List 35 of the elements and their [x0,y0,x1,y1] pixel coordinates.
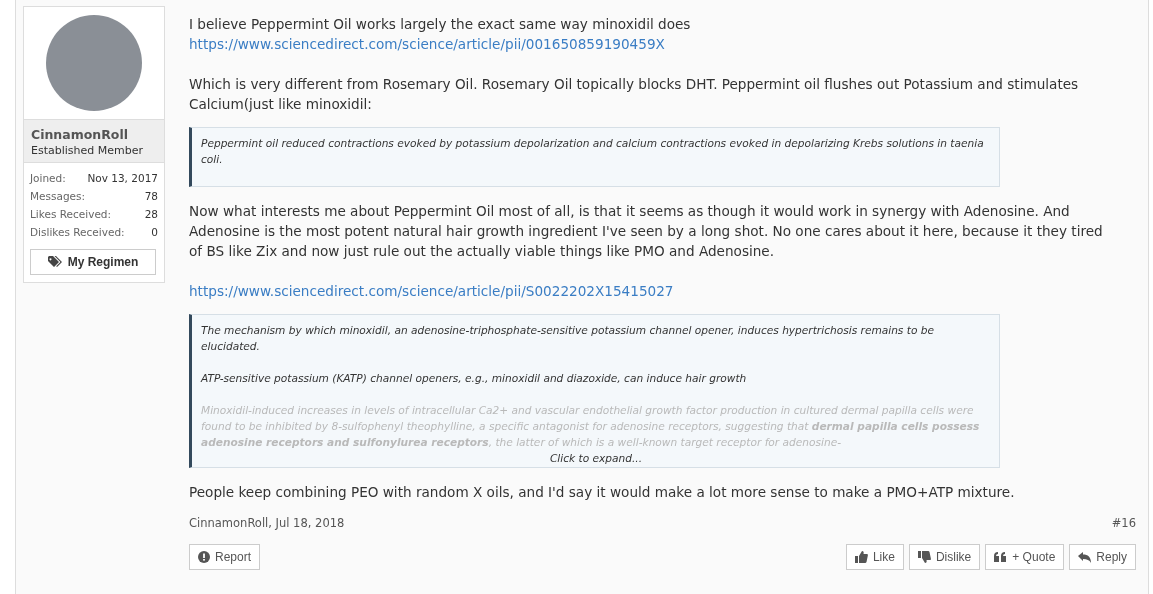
message-paragraph: I believe Peppermint Oil works largely the exact same way minoxidil does [189,15,692,34]
stat-value: 28 [144,207,158,222]
quote-paragraph: Minoxidil-induced increases in levels of intracellular Ca2+ and vascular endothelial growth factor production in cultured dermal papilla cells were found to be inhibited by 8-sulfophenyl theophylline, a specific antagonist for adenosine receptors, suggesting that dermal papilla cells possess adenosine receptors and sulfonylurea receptors, the latter of which is a well-known target receptor for adenosine- [201,403,981,450]
stat-value: Nov 13, 2017 [87,171,158,186]
quote-button[interactable]: + Quote [985,544,1065,570]
dislike-button[interactable]: Dislike [908,544,981,570]
quote-paragraph: The mechanism by which minoxidil, an adenosine-triphosphate-sensitive potassium channel opener, induces hypertrichosis remains to be elucidated. [201,323,935,354]
quote-paragraph: ATP-sensitive potassium (KATP) channel openers, e.g., minoxidil and diazoxide, can induce hair growth [201,371,748,386]
quote-marks-icon [994,551,1008,563]
stat-label: Dislikes Received: [30,225,125,240]
report-button[interactable]: Report [189,544,261,570]
exclamation-circle-icon [198,551,210,563]
my-regimen-button[interactable]: My Regimen [30,249,156,275]
post-byline[interactable]: CinnamonRoll, Jul 18, 2018 [189,516,345,530]
user-title: Established Member [31,144,145,157]
article-link[interactable]: https://www.sciencedirect.com/science/article/pii/001650859190459X [189,36,665,52]
quote-paragraph: Peppermint oil reduced contractions evoked by potassium depolarization and calcium contractions evoked in depolarizing Krebs solutions in taenia coli. [201,136,985,167]
tag-icon [47,256,62,268]
stat-label: Joined: [30,171,66,186]
thumbs-down-icon [917,551,931,563]
message-paragraph: People keep combining PEO with random X oils, and I'd say it would make a lot more sense to make a PMO+ATP mixture. [189,483,1016,502]
thumbs-up-icon [854,551,868,563]
reply-button[interactable]: Reply [1069,544,1136,570]
message-paragraph: Now what interests me about Peppermint Oil most of all, is that it seems as though it would work in synergy with Adenosine. And Adenosine is the most potent natural hair growth ingredient I've seen by a long shot. No one cares about it here, because it they tired of BS like Zix and now just rule out the actually viable things like PMO and Adenosine. [189,202,1104,261]
reply-arrow-icon [1078,551,1092,563]
article-link[interactable]: https://www.sciencedirect.com/science/article/pii/S0022202X15415027 [189,283,674,299]
stat-value: 78 [144,189,158,204]
click-to-expand-link[interactable]: Click to expand... [201,452,991,464]
stat-label: Messages: [30,189,86,204]
username-link[interactable]: CinnamonRoll [31,127,157,142]
stat-value: 0 [151,225,158,240]
like-button[interactable]: Like [845,544,904,570]
post-number-link[interactable]: #16 [1111,516,1136,530]
message-paragraph: Which is very different from Rosemary Oil. Rosemary Oil topically blocks DHT. Peppermint oil flushes out Potassium and stimulates Calcium(just like minoxidil: [189,75,1080,114]
stat-label: Likes Received: [30,207,112,222]
